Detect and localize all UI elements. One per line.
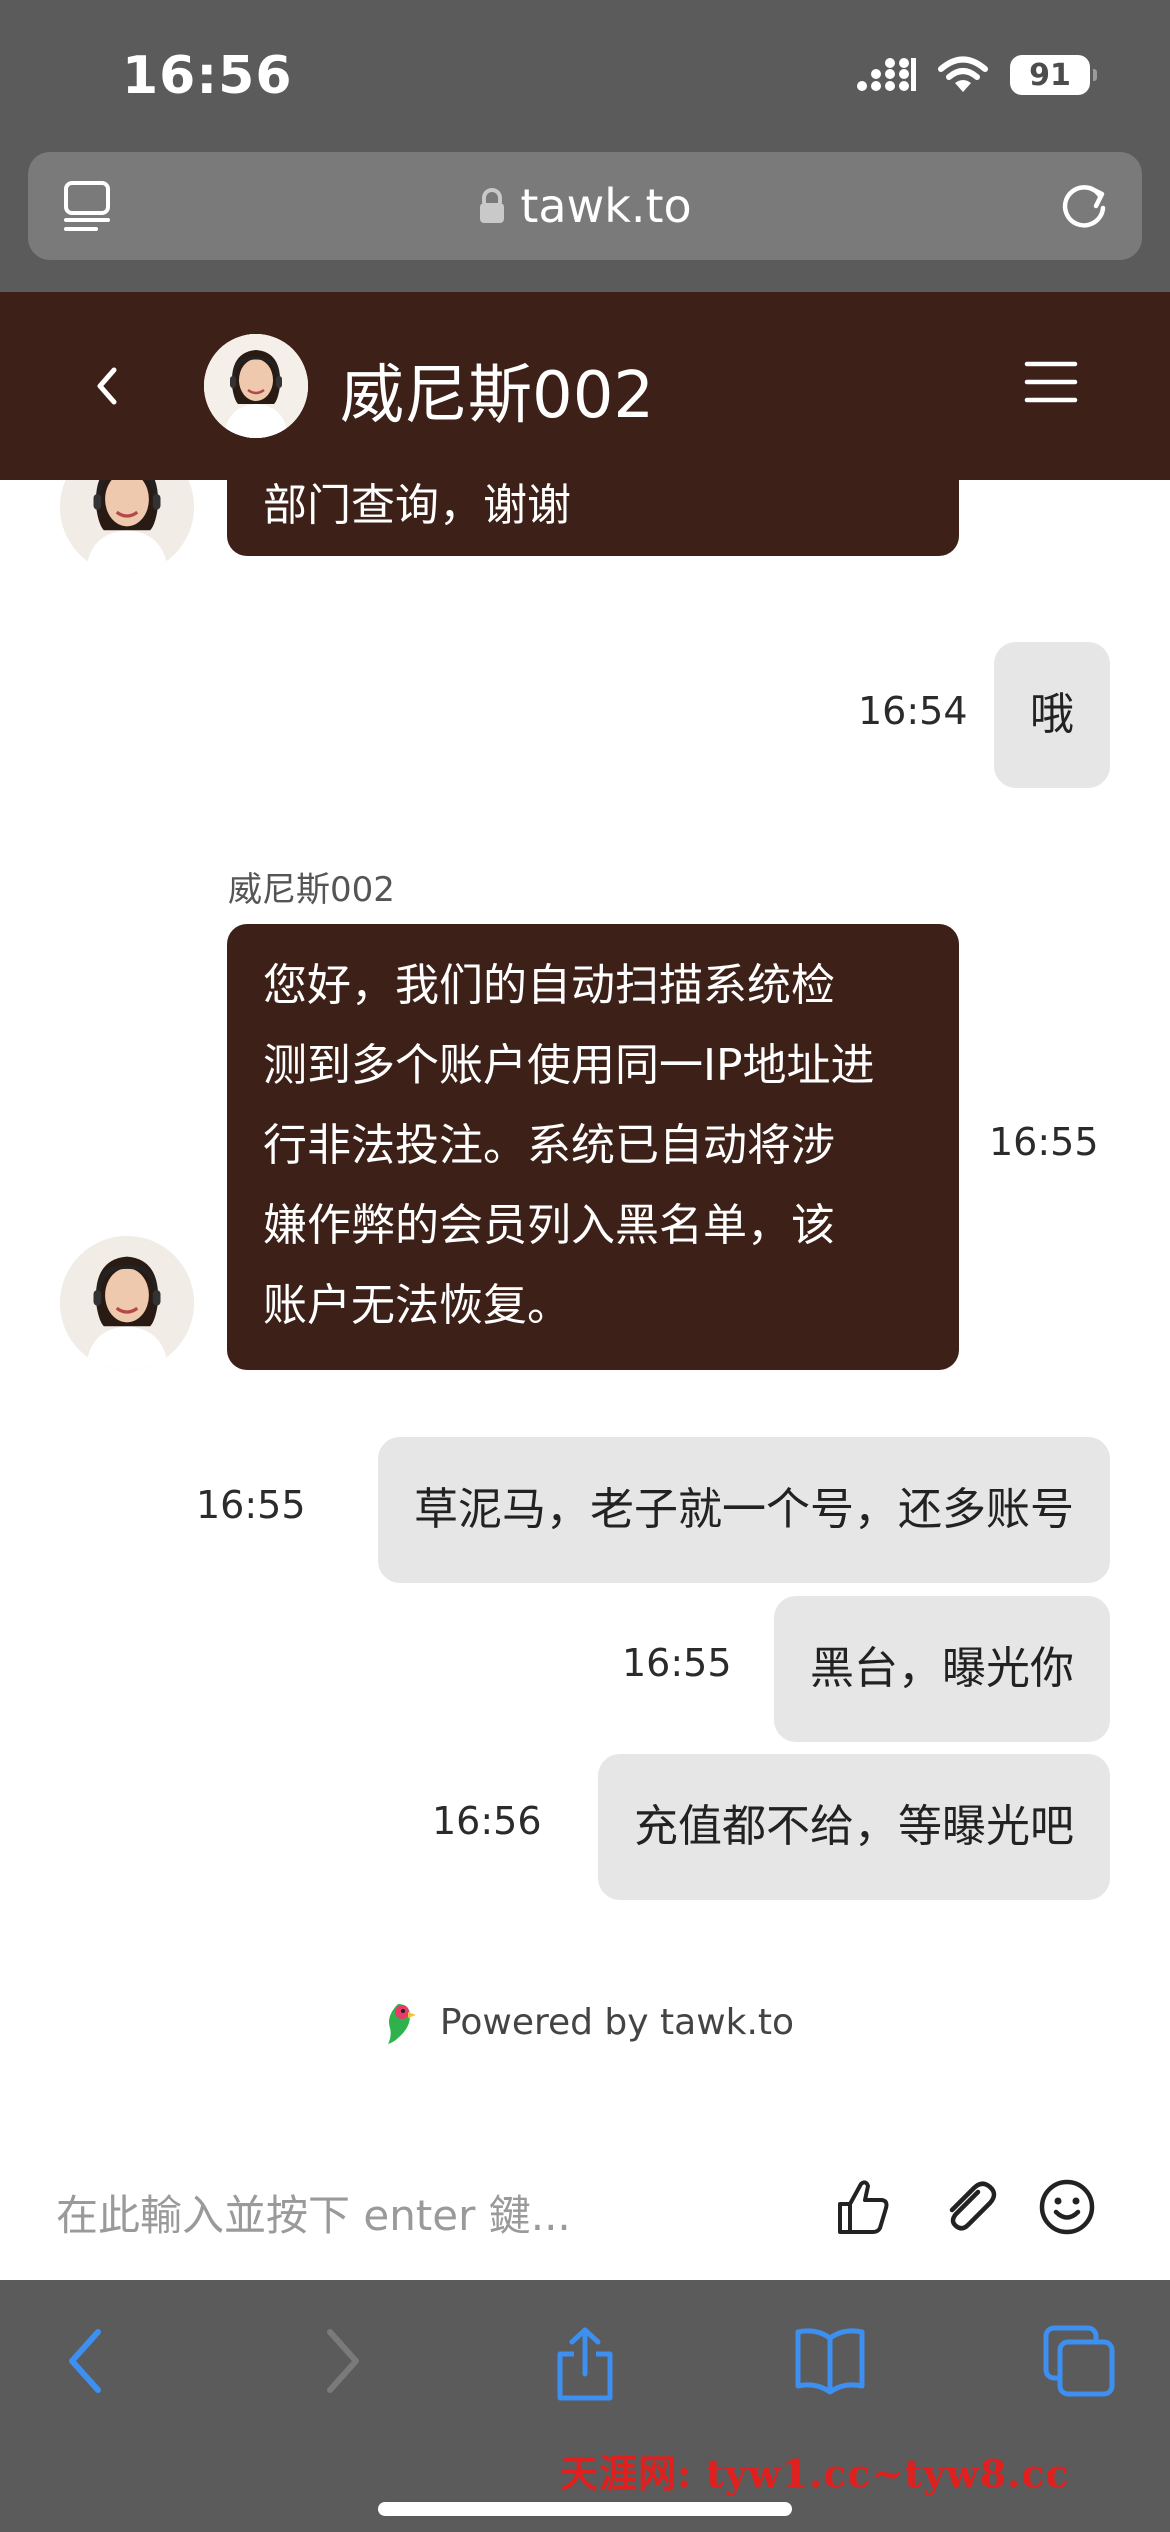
chat-header: 威尼斯002 [0,292,1170,480]
url-bar[interactable]: tawk.to [28,152,1142,260]
back-arrow-icon[interactable] [62,2324,112,2398]
lock-icon [480,188,505,223]
browser-toolbar: 天涯网: tyw1.cc~tyw8.cc [0,2280,1170,2532]
message-time: 16:55 [196,1483,306,1527]
watermark-text: 天涯网: tyw1.cc~tyw8.cc [560,2451,1070,2496]
visitor-message-bubble: 充值都不给，等曝光吧 [598,1754,1110,1900]
message-text: 草泥马，老子就一个号，还多账号 [414,1484,1074,1535]
status-icons: 91 [856,55,1097,95]
message-time: 16:55 [989,1120,1099,1164]
forward-arrow-icon[interactable] [316,2324,366,2398]
browser-top-chrome: 16:56 91 tawk.to [0,0,1170,292]
agent-name-title: 威尼斯002 [340,359,655,433]
reload-icon[interactable] [1056,178,1112,234]
paperclip-icon[interactable] [938,2176,1000,2238]
smiley-icon[interactable] [1037,2176,1097,2238]
wifi-icon [938,56,988,92]
thumbs-up-icon[interactable] [834,2176,892,2238]
message-time: 16:55 [622,1641,732,1685]
message-text: 部门查询，谢谢 [263,480,571,531]
share-icon[interactable] [550,2324,620,2404]
chevron-left-icon[interactable] [86,354,126,418]
message-line: 行非法投注。系统已自动将涉 [263,1120,835,1171]
agent-portrait-icon [60,480,194,574]
agent-message-bubble: 您好，我们的自动扫描系统检 测到多个账户使用同一IP地址进 行非法投注。系统已自… [227,924,959,1370]
battery-indicator: 91 [1010,55,1097,95]
message-line: 嫌作弊的会员列入黑名单，该 [263,1200,835,1251]
message-text: 充值都不给，等曝光吧 [634,1801,1074,1852]
message-text: 黑台，曝光你 [810,1643,1074,1694]
agent-avatar [204,334,308,438]
hamburger-menu-icon[interactable] [1024,360,1078,404]
message-input-row [0,2148,1170,2280]
message-time: 16:56 [432,1799,542,1843]
message-text: 哦 [1030,689,1074,740]
tabs-icon[interactable] [1042,2324,1116,2398]
url-text: tawk.to [520,179,692,233]
agent-message-bubble: 部门查询，谢谢 [227,480,959,556]
powered-by[interactable]: Powered by tawk.to [0,1998,1170,2046]
status-time: 16:56 [122,46,293,106]
message-line: 您好，我们的自动扫描系统检 [263,960,835,1011]
app-root: 16:56 91 tawk.to 威尼斯002 部门查询，谢谢 16:54 哦 … [0,0,1170,2532]
message-line: 测到多个账户使用同一IP地址进 [263,1040,875,1091]
agent-portrait-icon [60,1236,194,1370]
tawk-parrot-icon [387,2004,416,2044]
agent-message-avatar [60,480,194,574]
visitor-message-bubble: 黑台，曝光你 [774,1596,1110,1742]
cellular-signal-icon [857,58,916,91]
message-line: 账户无法恢复。 [263,1280,571,1331]
agent-name-label: 威尼斯002 [228,870,395,910]
powered-by-text: Powered by tawk.to [439,2001,795,2043]
home-indicator[interactable] [378,2502,792,2516]
message-time: 16:54 [858,689,968,733]
visitor-message-bubble: 哦 [994,642,1110,788]
visitor-message-bubble: 草泥马，老子就一个号，还多账号 [378,1437,1110,1583]
message-input[interactable] [54,2176,798,2254]
book-icon[interactable] [792,2324,868,2398]
agent-message-avatar [60,1236,194,1370]
url-display[interactable]: tawk.to [28,152,1142,260]
agent-portrait-icon [204,334,308,438]
battery-level: 91 [1029,57,1071,93]
